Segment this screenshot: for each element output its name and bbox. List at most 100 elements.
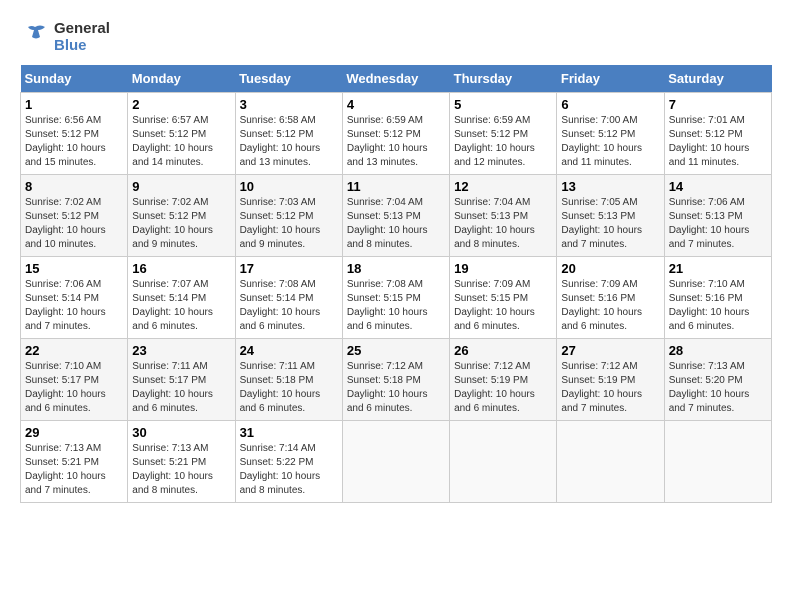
calendar-cell-13: 13 Sunrise: 7:05 AM Sunset: 5:13 PM Dayli… xyxy=(557,174,664,256)
page-header: General Blue xyxy=(20,20,772,55)
day-info: Sunrise: 7:10 AM Sunset: 5:17 PM Dayligh… xyxy=(25,360,123,416)
calendar-cell-2: 2 Sunrise: 6:57 AM Sunset: 5:12 PM Daylig… xyxy=(128,92,235,174)
day-info: Sunrise: 7:13 AM Sunset: 5:21 PM Dayligh… xyxy=(132,442,230,498)
day-info: Sunrise: 6:59 AM Sunset: 5:12 PM Dayligh… xyxy=(454,114,552,170)
day-number: 6 xyxy=(561,97,659,112)
logo: General Blue xyxy=(20,20,110,55)
day-info: Sunrise: 7:10 AM Sunset: 5:16 PM Dayligh… xyxy=(669,278,767,334)
day-info: Sunrise: 6:59 AM Sunset: 5:12 PM Dayligh… xyxy=(347,114,445,170)
calendar-cell-12: 12 Sunrise: 7:04 AM Sunset: 5:13 PM Dayli… xyxy=(450,174,557,256)
day-number: 5 xyxy=(454,97,552,112)
day-number: 8 xyxy=(25,179,123,194)
calendar-table: SundayMondayTuesdayWednesdayThursdayFrid… xyxy=(20,65,772,503)
day-number: 19 xyxy=(454,261,552,276)
day-number: 1 xyxy=(25,97,123,112)
day-info: Sunrise: 7:08 AM Sunset: 5:15 PM Dayligh… xyxy=(347,278,445,334)
calendar-cell-23: 23Sunrise: 7:11 AM Sunset: 5:17 PM Dayli… xyxy=(128,338,235,420)
day-info: Sunrise: 6:56 AM Sunset: 5:12 PM Dayligh… xyxy=(25,114,123,170)
day-info: Sunrise: 6:58 AM Sunset: 5:12 PM Dayligh… xyxy=(240,114,338,170)
column-header-friday: Friday xyxy=(557,65,664,93)
calendar-cell-6: 6 Sunrise: 7:00 AM Sunset: 5:12 PM Daylig… xyxy=(557,92,664,174)
day-number: 18 xyxy=(347,261,445,276)
day-number: 3 xyxy=(240,97,338,112)
calendar-cell-28: 28 Sunrise: 7:13 AM Sunset: 5:20 PM Dayli… xyxy=(664,338,771,420)
day-info: Sunrise: 7:02 AM Sunset: 5:12 PM Dayligh… xyxy=(132,196,230,252)
day-number: 15 xyxy=(25,261,123,276)
day-info: Sunrise: 7:02 AM Sunset: 5:12 PM Dayligh… xyxy=(25,196,123,252)
calendar-cell-20: 20 Sunrise: 7:09 AM Sunset: 5:16 PM Dayli… xyxy=(557,256,664,338)
day-number: 11 xyxy=(347,179,445,194)
day-number: 20 xyxy=(561,261,659,276)
day-info: Sunrise: 7:12 AM Sunset: 5:19 PM Dayligh… xyxy=(561,360,659,416)
logo-wordmark: General Blue xyxy=(54,20,110,55)
calendar-cell-19: 19Sunrise: 7:09 AM Sunset: 5:15 PM Dayli… xyxy=(450,256,557,338)
calendar-header-row: SundayMondayTuesdayWednesdayThursdayFrid… xyxy=(21,65,772,93)
column-header-monday: Monday xyxy=(128,65,235,93)
day-info: Sunrise: 7:14 AM Sunset: 5:22 PM Dayligh… xyxy=(240,442,338,498)
day-number: 31 xyxy=(240,425,338,440)
day-number: 2 xyxy=(132,97,230,112)
day-info: Sunrise: 7:13 AM Sunset: 5:20 PM Dayligh… xyxy=(669,360,767,416)
day-info: Sunrise: 7:00 AM Sunset: 5:12 PM Dayligh… xyxy=(561,114,659,170)
calendar-cell-empty xyxy=(664,420,771,502)
calendar-cell-27: 27 Sunrise: 7:12 AM Sunset: 5:19 PM Dayli… xyxy=(557,338,664,420)
day-number: 22 xyxy=(25,343,123,358)
day-number: 23 xyxy=(132,343,230,358)
day-number: 24 xyxy=(240,343,338,358)
day-info: Sunrise: 7:04 AM Sunset: 5:13 PM Dayligh… xyxy=(347,196,445,252)
day-number: 4 xyxy=(347,97,445,112)
day-info: Sunrise: 7:04 AM Sunset: 5:13 PM Dayligh… xyxy=(454,196,552,252)
calendar-cell-11: 11 Sunrise: 7:04 AM Sunset: 5:13 PM Dayli… xyxy=(342,174,449,256)
day-number: 13 xyxy=(561,179,659,194)
calendar-cell-9: 9 Sunrise: 7:02 AM Sunset: 5:12 PM Daylig… xyxy=(128,174,235,256)
day-info: Sunrise: 7:13 AM Sunset: 5:21 PM Dayligh… xyxy=(25,442,123,498)
calendar-cell-10: 10Sunrise: 7:03 AM Sunset: 5:12 PM Dayli… xyxy=(235,174,342,256)
column-header-thursday: Thursday xyxy=(450,65,557,93)
logo-blue-text: Blue xyxy=(54,37,110,54)
column-header-saturday: Saturday xyxy=(664,65,771,93)
calendar-cell-3: 3 Sunrise: 6:58 AM Sunset: 5:12 PM Daylig… xyxy=(235,92,342,174)
day-number: 17 xyxy=(240,261,338,276)
calendar-cell-21: 21 Sunrise: 7:10 AM Sunset: 5:16 PM Dayli… xyxy=(664,256,771,338)
day-number: 14 xyxy=(669,179,767,194)
day-number: 7 xyxy=(669,97,767,112)
column-header-sunday: Sunday xyxy=(21,65,128,93)
calendar-week-2: 8 Sunrise: 7:02 AM Sunset: 5:12 PM Daylig… xyxy=(21,174,772,256)
day-info: Sunrise: 7:12 AM Sunset: 5:19 PM Dayligh… xyxy=(454,360,552,416)
day-number: 26 xyxy=(454,343,552,358)
calendar-body: 1 Sunrise: 6:56 AM Sunset: 5:12 PM Daylig… xyxy=(21,92,772,502)
day-info: Sunrise: 7:06 AM Sunset: 5:13 PM Dayligh… xyxy=(669,196,767,252)
logo-bird-icon xyxy=(20,22,50,52)
day-number: 9 xyxy=(132,179,230,194)
day-number: 29 xyxy=(25,425,123,440)
day-number: 21 xyxy=(669,261,767,276)
calendar-cell-7: 7 Sunrise: 7:01 AM Sunset: 5:12 PM Daylig… xyxy=(664,92,771,174)
calendar-cell-18: 18 Sunrise: 7:08 AM Sunset: 5:15 PM Dayli… xyxy=(342,256,449,338)
calendar-cell-26: 26 Sunrise: 7:12 AM Sunset: 5:19 PM Dayli… xyxy=(450,338,557,420)
day-info: Sunrise: 6:57 AM Sunset: 5:12 PM Dayligh… xyxy=(132,114,230,170)
calendar-week-4: 22 Sunrise: 7:10 AM Sunset: 5:17 PM Dayli… xyxy=(21,338,772,420)
calendar-cell-29: 29 Sunrise: 7:13 AM Sunset: 5:21 PM Dayli… xyxy=(21,420,128,502)
calendar-week-1: 1 Sunrise: 6:56 AM Sunset: 5:12 PM Daylig… xyxy=(21,92,772,174)
logo-container: General Blue xyxy=(20,20,110,55)
column-header-wednesday: Wednesday xyxy=(342,65,449,93)
calendar-week-3: 15Sunrise: 7:06 AM Sunset: 5:14 PM Dayli… xyxy=(21,256,772,338)
day-number: 30 xyxy=(132,425,230,440)
day-number: 10 xyxy=(240,179,338,194)
day-number: 25 xyxy=(347,343,445,358)
day-number: 28 xyxy=(669,343,767,358)
calendar-cell-31: 31 Sunrise: 7:14 AM Sunset: 5:22 PM Dayli… xyxy=(235,420,342,502)
day-info: Sunrise: 7:01 AM Sunset: 5:12 PM Dayligh… xyxy=(669,114,767,170)
day-info: Sunrise: 7:05 AM Sunset: 5:13 PM Dayligh… xyxy=(561,196,659,252)
day-number: 12 xyxy=(454,179,552,194)
column-header-tuesday: Tuesday xyxy=(235,65,342,93)
calendar-cell-4: 4 Sunrise: 6:59 AM Sunset: 5:12 PM Daylig… xyxy=(342,92,449,174)
calendar-cell-empty xyxy=(450,420,557,502)
day-info: Sunrise: 7:08 AM Sunset: 5:14 PM Dayligh… xyxy=(240,278,338,334)
calendar-cell-5: 5 Sunrise: 6:59 AM Sunset: 5:12 PM Daylig… xyxy=(450,92,557,174)
day-info: Sunrise: 7:12 AM Sunset: 5:18 PM Dayligh… xyxy=(347,360,445,416)
calendar-cell-17: 17 Sunrise: 7:08 AM Sunset: 5:14 PM Dayli… xyxy=(235,256,342,338)
day-info: Sunrise: 7:09 AM Sunset: 5:16 PM Dayligh… xyxy=(561,278,659,334)
day-number: 27 xyxy=(561,343,659,358)
day-info: Sunrise: 7:07 AM Sunset: 5:14 PM Dayligh… xyxy=(132,278,230,334)
